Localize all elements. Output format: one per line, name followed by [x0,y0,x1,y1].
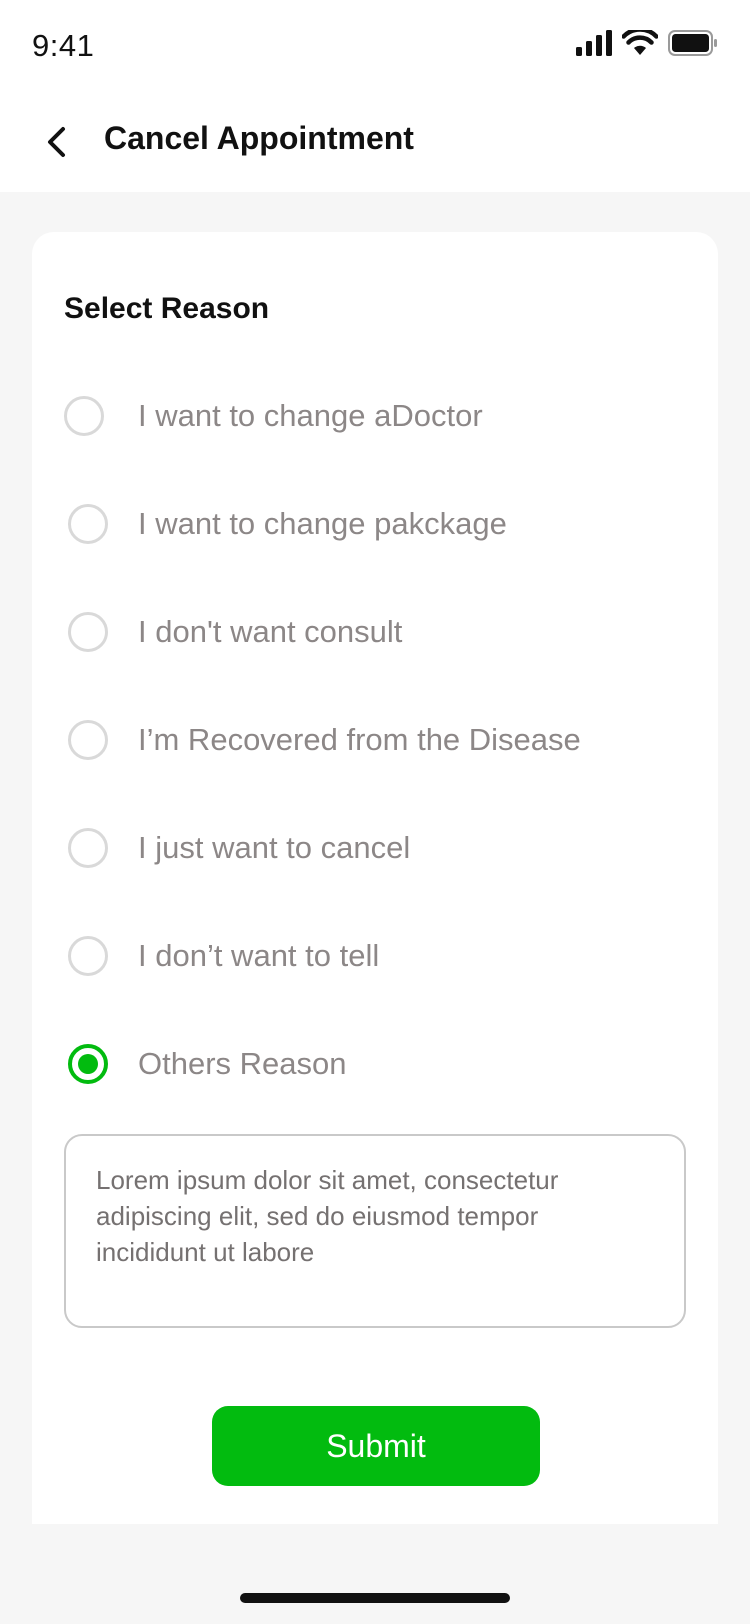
home-indicator [240,1593,510,1603]
top-area: 9:41 Cancel Appointment [0,0,750,192]
option-label: I just want to cancel [138,830,411,865]
radio-button[interactable] [68,612,108,652]
option-label: I don’t want to tell [138,938,380,973]
status-bar: 9:41 [0,0,750,94]
chevron-left-icon [44,125,68,164]
page-title: Cancel Appointment [104,120,414,156]
radio-button[interactable] [68,936,108,976]
reason-option-others[interactable]: Others Reason [64,1034,694,1094]
battery-icon [668,30,718,61]
cellular-signal-icon [576,30,612,61]
reason-option-change-package[interactable]: I want to change pakckage [64,494,694,554]
reason-option-dont-want-tell[interactable]: I don’t want to tell [64,926,694,986]
header: Cancel Appointment [0,94,750,192]
status-icons [576,27,718,61]
radio-button[interactable] [64,396,104,436]
submit-button[interactable]: Submit [212,1406,540,1486]
option-label: I’m Recovered from the Disease [138,722,581,757]
reason-option-recovered[interactable]: I’m Recovered from the Disease [64,710,694,770]
radio-selected-dot [78,1054,98,1074]
radio-button[interactable] [68,828,108,868]
option-label: Others Reason [138,1046,347,1081]
section-title: Select Reason [64,292,270,325]
option-label: I want to change pakckage [138,506,507,541]
option-label: I want to change aDoctor [138,398,483,433]
back-button[interactable] [36,124,76,164]
other-reason-textarea[interactable]: Lorem ipsum dolor sit amet, consectetur … [64,1134,686,1328]
radio-button[interactable] [68,720,108,760]
radio-button[interactable] [68,504,108,544]
wifi-icon [621,27,659,61]
reason-option-just-cancel[interactable]: I just want to cancel [64,818,694,878]
reason-option-dont-want-consult[interactable]: I don't want consult [64,602,694,662]
reason-card: Select Reason I want to change aDoctor I… [32,232,718,1524]
radio-button-selected[interactable] [68,1044,108,1084]
status-time: 9:41 [32,28,95,63]
option-label: I don't want consult [138,614,403,649]
reason-option-change-doctor[interactable]: I want to change aDoctor [64,386,694,446]
